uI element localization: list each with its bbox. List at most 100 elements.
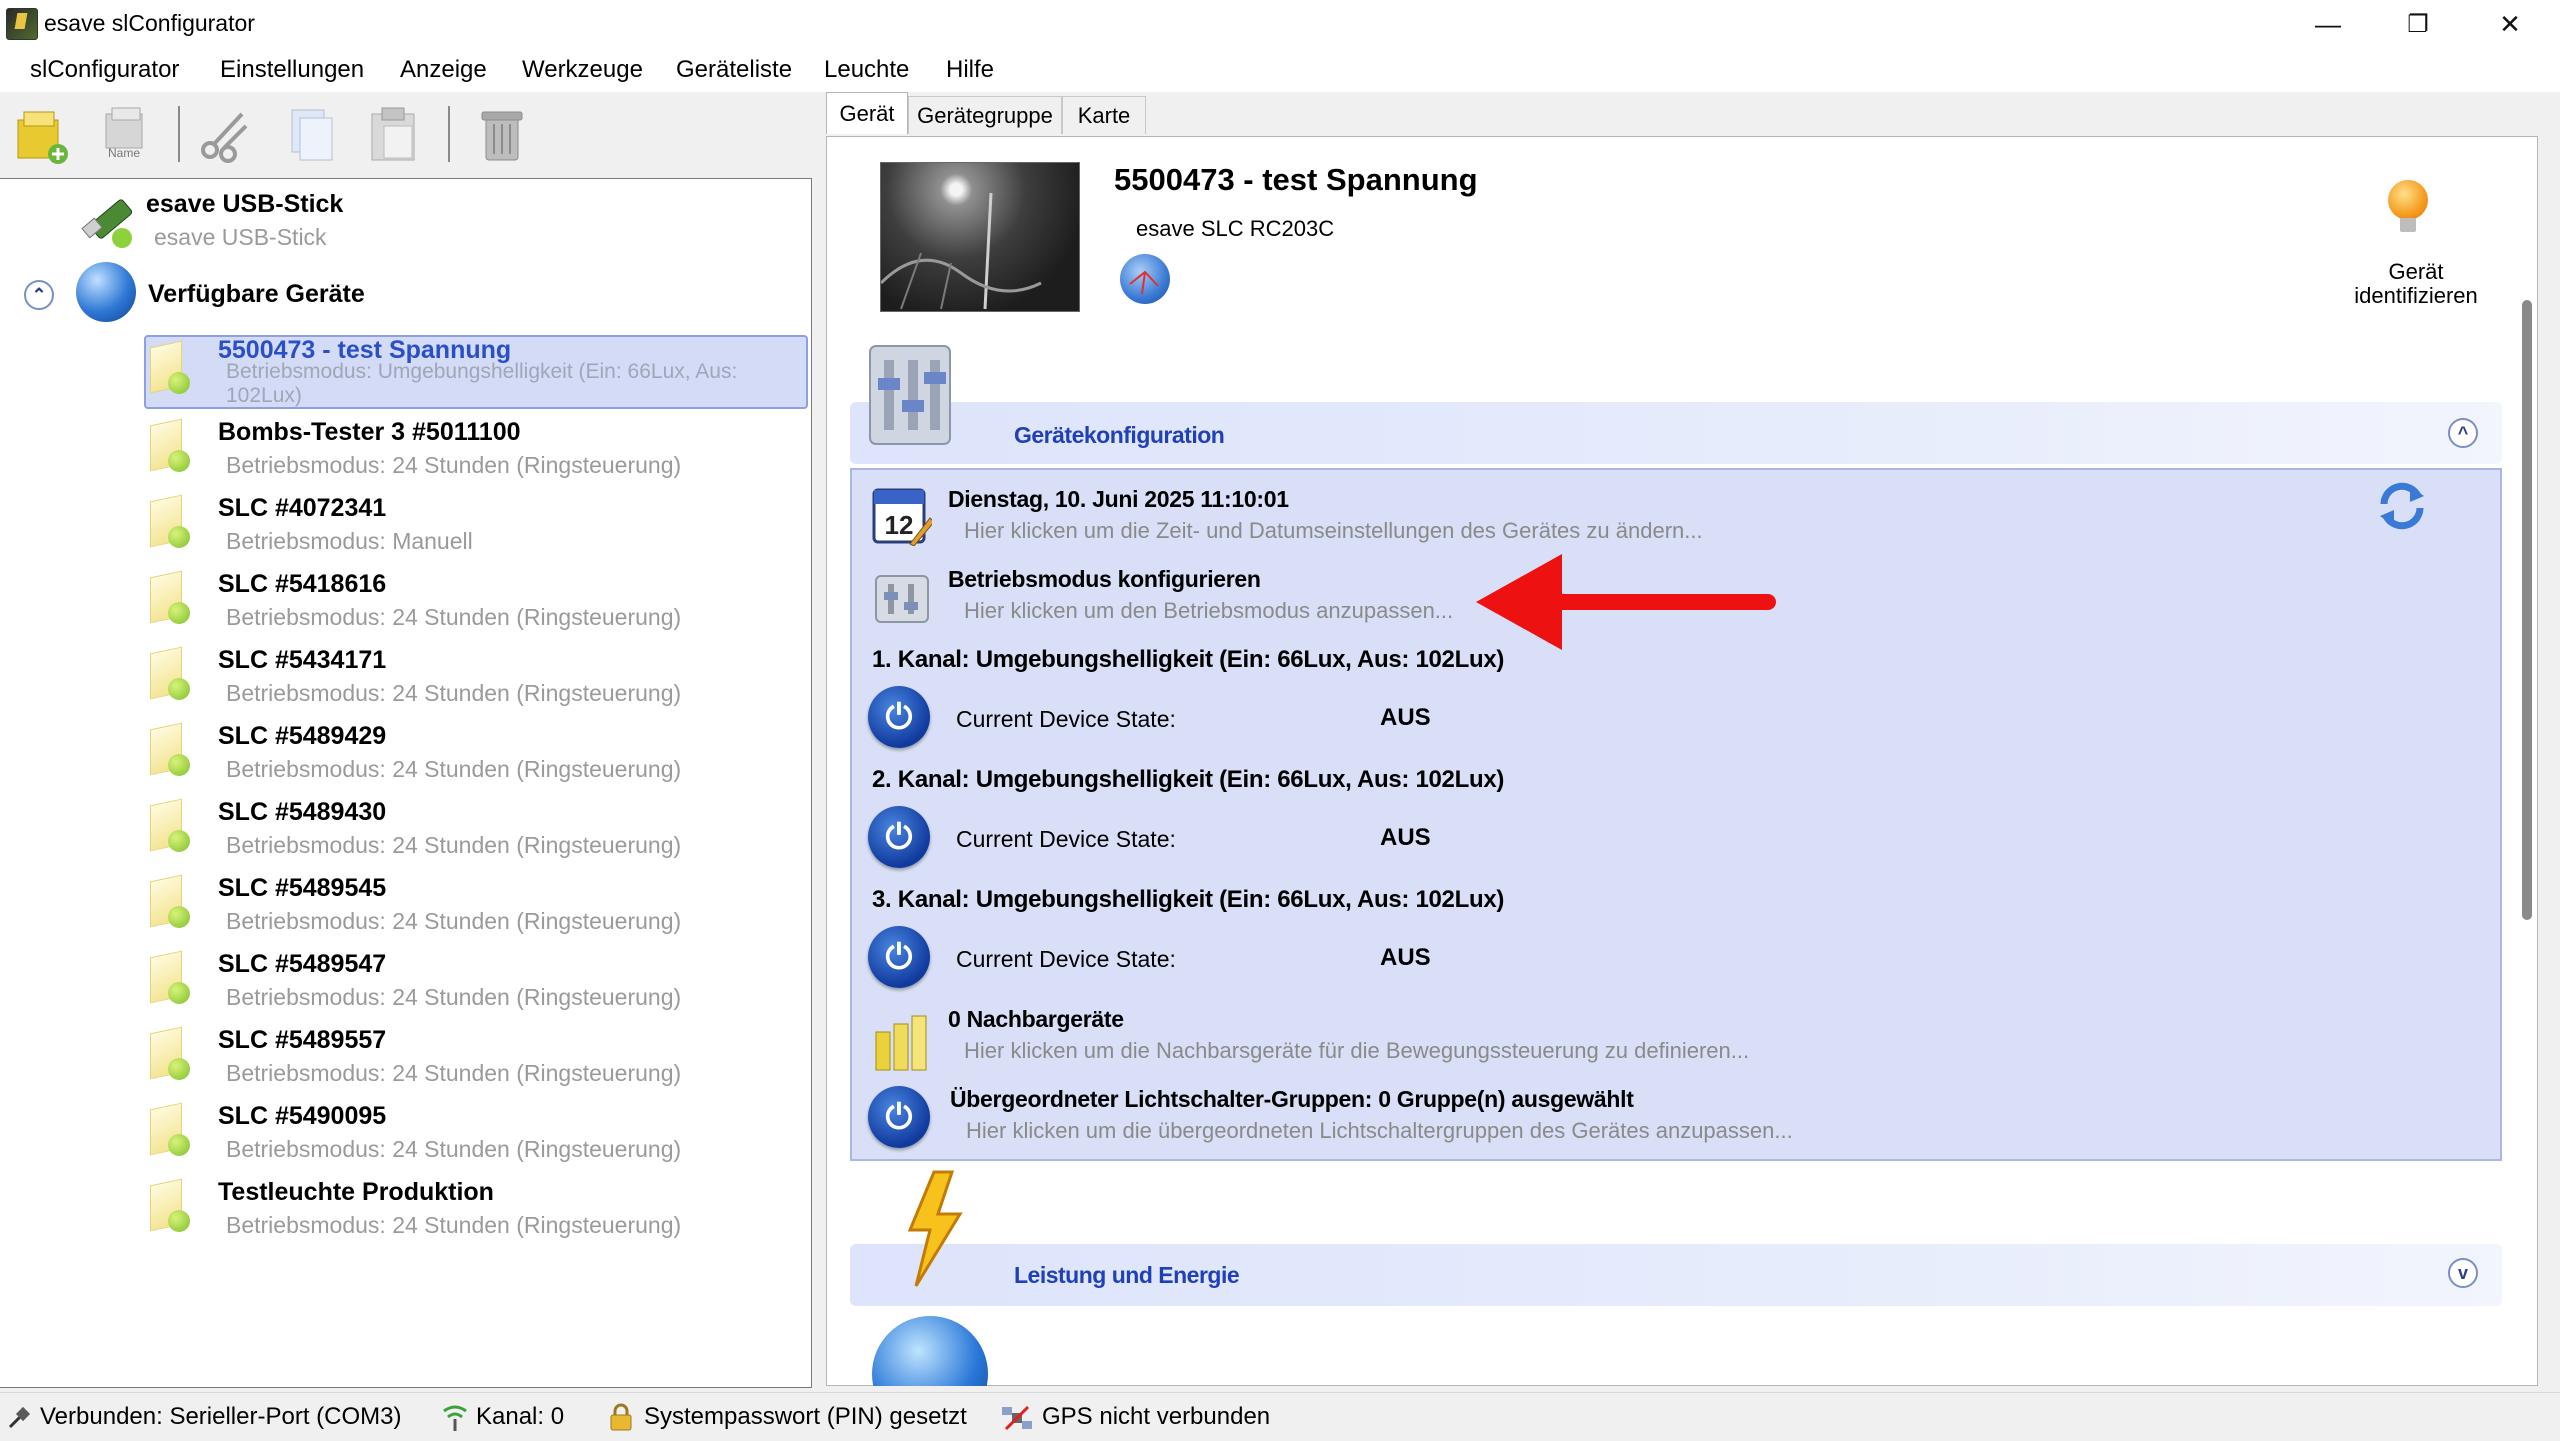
neighbors-title[interactable]: 0 Nachbargeräte [948, 1006, 1124, 1033]
device-title[interactable]: SLC #5418616 [218, 570, 386, 599]
channel-2-power-icon[interactable]: ⏻ [868, 806, 930, 868]
trash-icon [481, 111, 523, 161]
device-icon [140, 416, 196, 476]
available-devices-title[interactable]: Verfügbare Geräte [148, 280, 365, 309]
calendar-icon[interactable]: 12 [870, 484, 935, 547]
device-subtitle: Betriebsmodus: 24 Stunden (Ringsteuerung… [226, 452, 682, 478]
usb-stick-title[interactable]: esave USB-Stick [146, 190, 343, 219]
menu-werkzeuge[interactable]: Werkzeuge [522, 56, 643, 84]
delete-button[interactable] [474, 104, 530, 166]
neighbors-subtitle[interactable]: Hier klicken um die Nachbarsgeräte für d… [964, 1038, 1749, 1064]
device-subtitle: Betriebsmodus: Manuell [226, 528, 473, 554]
device-title[interactable]: SLC #5489429 [218, 722, 386, 751]
device-name-heading: 5500473 - test Spannung [1114, 162, 1478, 197]
title-bar: esave slConfigurator — ❐ ✕ [0, 0, 2560, 48]
channel-2-state-value: AUS [1380, 824, 1431, 851]
globe-icon [76, 262, 136, 322]
device-icon [140, 1100, 196, 1160]
device-icon [140, 872, 196, 932]
device-subtitle: Betriebsmodus: Umgebungshelligkeit (Ein:… [226, 360, 738, 407]
close-button[interactable]: ✕ [2464, 0, 2556, 48]
datetime-title[interactable]: Dienstag, 10. Juni 2025 11:10:01 [948, 486, 1289, 513]
tab-karte[interactable]: Karte [1062, 96, 1146, 134]
config-section-title[interactable]: Gerätekonfiguration [1014, 422, 1225, 449]
cut-button[interactable] [196, 104, 252, 166]
channel-1-power-icon[interactable]: ⏻ [868, 686, 930, 748]
menu-hilfe[interactable]: Hilfe [946, 56, 994, 84]
device-icon [140, 644, 196, 704]
device-title[interactable]: Testleuchte Produktion [218, 1178, 494, 1207]
toolbar-separator [178, 106, 180, 162]
groups-power-icon[interactable]: ⏻ [868, 1086, 930, 1148]
network-globe-icon [1120, 254, 1170, 304]
device-icon [140, 338, 196, 398]
usb-stick-subtitle: esave USB-Stick [154, 224, 327, 250]
rename-label: Name [108, 146, 141, 160]
device-subtitle: Betriebsmodus: 24 Stunden (Ringsteuerung… [226, 756, 682, 782]
channel-3-title: 3. Kanal: Umgebungshelligkeit (Ein: 66Lu… [872, 886, 1505, 913]
calendar-day: 12 [885, 510, 914, 540]
red-arrow-annotation [1476, 554, 1776, 650]
groups-title[interactable]: Übergeordneter Lichtschalter-Gruppen: 0 … [950, 1086, 1634, 1113]
device-title[interactable]: SLC #5490095 [218, 1102, 386, 1131]
device-title[interactable]: SLC #5489557 [218, 1026, 386, 1055]
device-title[interactable]: Bombs-Tester 3 #5011100 [218, 418, 521, 447]
device-title[interactable]: SLC #5489545 [218, 874, 386, 903]
add-device-button[interactable] [14, 104, 70, 166]
folder-add-icon [17, 111, 68, 164]
energy-section-title[interactable]: Leistung und Energie [1014, 1262, 1240, 1289]
menu-einstellungen[interactable]: Einstellungen [220, 56, 364, 84]
vertical-scrollbar[interactable] [2522, 300, 2532, 920]
identify-label-line1: Gerät [2388, 259, 2444, 284]
minimize-button[interactable]: — [2282, 0, 2374, 48]
channel-1-state-value: AUS [1380, 704, 1431, 731]
device-model: esave SLC RC203C [1136, 216, 1335, 241]
status-channel: Kanal: 0 [476, 1403, 565, 1430]
device-title[interactable]: SLC #5434171 [218, 646, 386, 675]
paste-button[interactable] [366, 104, 422, 166]
satellite-icon [1002, 1403, 1032, 1433]
collapse-config-button[interactable]: ^ [2448, 418, 2478, 448]
expand-energy-button[interactable]: v [2448, 1258, 2478, 1288]
copy-button[interactable] [284, 104, 340, 166]
collapse-available-button[interactable]: ⌃ [24, 280, 54, 310]
channel-3-state-label: Current Device State: [956, 946, 1176, 972]
toolbar-separator [448, 106, 450, 162]
scissors-icon [201, 112, 248, 163]
device-title[interactable]: SLC #5489547 [218, 950, 386, 979]
tab-geraetegruppe[interactable]: Gerätegruppe [908, 96, 1062, 134]
device-subtitle: Betriebsmodus: 24 Stunden (Ringsteuerung… [226, 1212, 682, 1238]
refresh-icon[interactable] [2374, 478, 2430, 534]
status-connection: Verbunden: Serieller-Port (COM3) [40, 1403, 402, 1430]
toolbar: Name [0, 92, 818, 176]
device-icon [140, 492, 196, 552]
mode-title[interactable]: Betriebsmodus konfigurieren [948, 566, 1261, 593]
paste-icon [371, 107, 415, 161]
maximize-button[interactable]: ❐ [2372, 0, 2464, 48]
device-icon [140, 948, 196, 1008]
menu-bar: slConfigurator Einstellungen Anzeige Wer… [0, 48, 2560, 92]
mode-subtitle[interactable]: Hier klicken um den Betriebsmodus anzupa… [964, 598, 1453, 624]
device-title[interactable]: SLC #5489430 [218, 798, 386, 827]
channel-3-power-icon[interactable]: ⏻ [868, 926, 930, 988]
neighbors-icon[interactable] [870, 1010, 932, 1072]
bulb-icon[interactable] [2384, 180, 2432, 240]
tab-bar: Gerät Gerätegruppe Karte [826, 92, 2560, 136]
menu-anzeige[interactable]: Anzeige [400, 56, 487, 84]
device-title[interactable]: SLC #4072341 [218, 494, 386, 523]
menu-geraeteliste[interactable]: Geräteliste [676, 56, 792, 84]
mode-switch-icon[interactable] [872, 572, 932, 626]
device-subtitle: Betriebsmodus: 24 Stunden (Ringsteuerung… [226, 908, 682, 934]
identify-device-button[interactable]: Gerät identifizieren [2316, 260, 2516, 308]
rename-button[interactable]: Name [96, 104, 152, 166]
groups-subtitle[interactable]: Hier klicken um die übergeordneten Licht… [966, 1118, 1793, 1144]
device-subtitle: Betriebsmodus: 24 Stunden (Ringsteuerung… [226, 984, 682, 1010]
window-title: esave slConfigurator [44, 10, 255, 36]
tab-geraet[interactable]: Gerät [826, 92, 908, 134]
datetime-subtitle[interactable]: Hier klicken um die Zeit- und Datumseins… [964, 518, 1703, 544]
device-subtitle: Betriebsmodus: 24 Stunden (Ringsteuerung… [226, 1136, 682, 1162]
channel-2-state-label: Current Device State: [956, 826, 1176, 852]
menu-slconfigurator[interactable]: slConfigurator [30, 56, 179, 84]
device-subtitle: Betriebsmodus: 24 Stunden (Ringsteuerung… [226, 1060, 682, 1086]
menu-leuchte[interactable]: Leuchte [824, 56, 909, 84]
